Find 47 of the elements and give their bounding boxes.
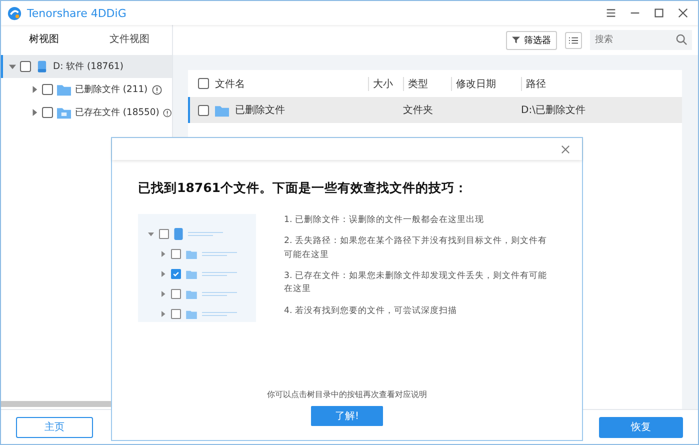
close-icon[interactable]: [561, 144, 570, 154]
folder-icon: [57, 106, 71, 119]
table-row[interactable]: 已删除文件 文件夹 D:\已删除文件: [188, 97, 682, 123]
folder-icon: [215, 104, 229, 116]
tip-text: 3. 已存在文件：如果您未删除文件却发现文件丢失，则文件有可能在这里: [284, 270, 548, 296]
tip-text: 4. 若没有找到您要的文件，可尝试深度扫描: [284, 304, 458, 318]
checkbox[interactable]: [198, 78, 209, 89]
info-icon[interactable]: [163, 108, 172, 118]
tree-item[interactable]: 已存在文件 (18550): [1, 101, 172, 124]
column-header[interactable]: 路径: [521, 76, 682, 90]
folder-icon: [57, 83, 71, 96]
column-header[interactable]: 文件名: [215, 76, 245, 90]
info-icon[interactable]: [152, 84, 162, 94]
window-title: Tenorshare 4DDiG: [27, 6, 126, 20]
tip-text: 1. 已删除文件：误删除的文件一般都会在这里出现: [284, 214, 485, 227]
close-icon[interactable]: [678, 8, 688, 18]
maximize-icon[interactable]: [654, 8, 664, 18]
table-cell-text: D:\已删除文件: [521, 104, 586, 117]
expand-arrow-icon[interactable]: [31, 109, 38, 116]
checkbox[interactable]: [42, 84, 53, 95]
app-logo-icon: [7, 6, 22, 20]
tip-text: 2. 丢失路径：如果您在某个路径下并没有找到目标文件，则文件有可能在这里: [284, 235, 548, 262]
drive-icon: [35, 60, 49, 73]
checkbox[interactable]: [20, 61, 31, 72]
hint-text: 你可以点击树目录中的按钮再次查看对应说明: [267, 389, 427, 400]
column-header[interactable]: 大小: [368, 76, 403, 90]
column-header[interactable]: 修改日期: [451, 76, 521, 90]
tree-label: D: 软件 (18761): [53, 60, 124, 73]
filter-icon: [512, 36, 520, 44]
tree-item[interactable]: 已删除文件 (211): [1, 78, 172, 101]
table-cell-text: 文件夹: [403, 104, 434, 117]
checkbox[interactable]: [42, 107, 53, 118]
expand-arrow-icon[interactable]: [9, 63, 16, 70]
expand-arrow-icon[interactable]: [31, 86, 38, 93]
column-header[interactable]: 类型: [403, 76, 451, 90]
menu-icon[interactable]: [606, 8, 616, 18]
search-field[interactable]: 搜索: [590, 30, 692, 50]
tree-label: 已存在文件 (18550): [75, 106, 160, 119]
list-icon: [569, 36, 578, 44]
dialog-heading: 已找到18761个文件。下面是一些有效查找文件的技巧：: [138, 180, 468, 197]
checkbox[interactable]: [198, 104, 209, 116]
search-icon: [676, 34, 687, 45]
tree-item[interactable]: D: 软件 (18761): [1, 55, 172, 78]
table-cell-text: 已删除文件: [235, 104, 285, 117]
filter-button[interactable]: 筛选器: [506, 30, 557, 50]
list-view-button[interactable]: [565, 32, 582, 48]
tree-label: 已删除文件 (211): [75, 83, 148, 96]
